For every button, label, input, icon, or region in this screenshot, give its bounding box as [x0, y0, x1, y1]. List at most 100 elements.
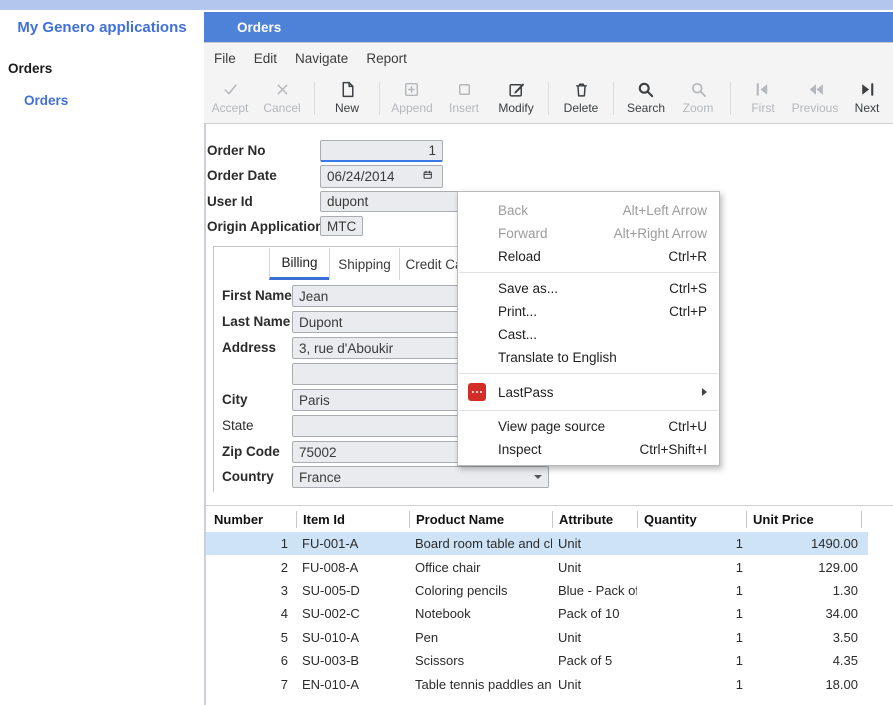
modify-icon: [507, 80, 526, 99]
context-menu-shortcut: Ctrl+S: [669, 281, 707, 296]
context-menu-shortcut: Alt+Right Arrow: [614, 226, 707, 241]
tab-shipping[interactable]: Shipping: [329, 248, 399, 280]
state-label: State: [222, 418, 254, 433]
order_no-field[interactable]: 1: [320, 140, 443, 162]
order-lines-table: NumberItem IdProduct NameAttributeQuanti…: [206, 505, 893, 705]
context-menu-item-print[interactable]: Print...Ctrl+P: [458, 300, 719, 323]
context-menu-item-reload[interactable]: ReloadCtrl+R: [458, 245, 719, 268]
tab-billing[interactable]: Billing: [269, 248, 329, 280]
application-window: My Genero applications Orders Orders Ord…: [0, 0, 893, 705]
context-menu-separator: [459, 410, 718, 411]
cell-unit-price: 1490.00: [746, 532, 861, 555]
context-menu-item-translate-to-english[interactable]: Translate to English: [458, 346, 719, 369]
table-row[interactable]: 5SU-010-APenUnit13.50: [206, 626, 893, 649]
country-label: Country: [222, 469, 274, 484]
city-value: Paris: [299, 393, 330, 408]
column-header-product-name[interactable]: Product Name: [409, 511, 552, 528]
table-row[interactable]: 2FU-008-AOffice chairUnit1129.00: [206, 555, 893, 578]
cell-unit-price: 129.00: [746, 555, 861, 578]
cell-number: 3: [206, 579, 296, 602]
table-row[interactable]: 1FU-001-ABoard room table and chUnit1149…: [206, 532, 893, 555]
toolbar-button-label: Previous: [792, 101, 839, 115]
previous-icon: [806, 80, 825, 99]
toolbar-button-label: Accept: [212, 101, 249, 115]
context-menu-item-label: Reload: [498, 249, 541, 264]
toolbar-append-button: Append: [387, 74, 437, 123]
column-header-unit-price[interactable]: Unit Price: [746, 511, 861, 528]
table-row[interactable]: 4SU-002-CNotebookPack of 10134.00: [206, 602, 893, 625]
sidebar-header-link[interactable]: My Genero applications: [0, 19, 204, 36]
address2-field[interactable]: [292, 363, 462, 385]
table-row[interactable]: 7EN-010-ATable tennis paddles andUnit118…: [206, 672, 893, 695]
cell-item-id: SU-002-C: [296, 602, 409, 625]
toolbar-delete-button[interactable]: Delete: [556, 74, 606, 123]
cell-number: 1: [206, 532, 296, 555]
city-label: City: [222, 392, 248, 407]
toolbar-new-button[interactable]: New: [322, 74, 372, 123]
city-field[interactable]: Paris: [292, 389, 462, 411]
address1-field[interactable]: 3, rue d'Aboukir: [292, 337, 462, 359]
context-menu-item-label: Forward: [498, 226, 548, 241]
cell-item-id: SU-003-B: [296, 649, 409, 672]
state-field[interactable]: [292, 415, 462, 437]
column-header-number[interactable]: Number: [206, 511, 296, 528]
table-row[interactable]: 3SU-005-DColoring pencilsBlue - Pack of …: [206, 579, 893, 602]
column-header-attribute[interactable]: Attribute: [552, 511, 637, 528]
last_name-field[interactable]: Dupont: [292, 311, 462, 333]
context-menu-separator: [459, 373, 718, 374]
context-menu-item-lastpass[interactable]: LastPass: [458, 378, 719, 406]
page-title: Orders: [237, 20, 281, 35]
user_id-value: dupont: [327, 194, 368, 209]
toolbar-accept-button: Accept: [205, 74, 255, 123]
toolbar-separator: [730, 82, 731, 115]
menu-report[interactable]: Report: [366, 51, 407, 66]
sidebar: My Genero applications Orders Orders: [0, 10, 204, 705]
zoom-icon: [689, 80, 708, 99]
context-menu-item-label: Cast...: [498, 327, 537, 342]
cell-product-name: Scissors: [409, 649, 552, 672]
cell-number: 7: [206, 672, 296, 695]
cell-item-id: SU-005-D: [296, 579, 409, 602]
append-icon: [402, 80, 421, 99]
toolbar-insert-button: Insert: [439, 74, 489, 123]
country-field[interactable]: France: [292, 466, 549, 488]
order_no-value: 1: [428, 143, 436, 158]
top-strip: [0, 0, 893, 10]
cell-item-id: EN-010-A: [296, 672, 409, 695]
context-menu-item-view-page-source[interactable]: View page sourceCtrl+U: [458, 415, 719, 438]
first_name-field[interactable]: Jean: [292, 285, 462, 307]
insert-icon: [455, 80, 474, 99]
toolbar-separator: [379, 82, 380, 115]
context-menu-item-label: Inspect: [498, 442, 542, 457]
zip_code-field[interactable]: 75002: [292, 441, 462, 463]
context-menu-item-inspect[interactable]: InspectCtrl+Shift+I: [458, 438, 719, 461]
toolbar-search-button[interactable]: Search: [621, 74, 671, 123]
cell-quantity: 1: [637, 579, 746, 602]
context-menu-item-cast[interactable]: Cast...: [458, 323, 719, 346]
table-header-row: NumberItem IdProduct NameAttributeQuanti…: [206, 506, 893, 532]
cell-attribute: Blue - Pack of 1: [552, 579, 637, 602]
toolbar-next-button[interactable]: Next: [842, 74, 892, 123]
address1-label: Address: [222, 340, 276, 355]
column-header-item-id[interactable]: Item Id: [296, 511, 409, 528]
table-row[interactable]: 6SU-003-BScissorsPack of 514.35: [206, 649, 893, 672]
menu-file[interactable]: File: [214, 51, 236, 66]
cell-spacer: [861, 579, 893, 602]
toolbar-modify-button[interactable]: Modify: [491, 74, 541, 123]
cell-product-name: Board room table and ch: [409, 532, 552, 555]
origin_application-value: MTC: [327, 219, 356, 234]
order_date-field[interactable]: 06/24/2014: [320, 165, 443, 188]
column-header-spacer[interactable]: [861, 511, 893, 528]
order_date-value: 06/24/2014: [327, 169, 395, 184]
column-header-quantity[interactable]: Quantity: [637, 511, 746, 528]
origin_application-label: Origin Application: [207, 219, 324, 234]
menu-navigate[interactable]: Navigate: [295, 51, 348, 66]
cell-number: 4: [206, 602, 296, 625]
context-menu-shortcut: Ctrl+U: [668, 419, 707, 434]
menu-edit[interactable]: Edit: [254, 51, 277, 66]
first_name-value: Jean: [299, 289, 328, 304]
origin_application-field[interactable]: MTC: [320, 216, 363, 236]
context-menu-item-save-as[interactable]: Save as...Ctrl+S: [458, 277, 719, 300]
calendar-icon[interactable]: [423, 170, 436, 183]
sidebar-item-orders[interactable]: Orders: [24, 93, 204, 108]
